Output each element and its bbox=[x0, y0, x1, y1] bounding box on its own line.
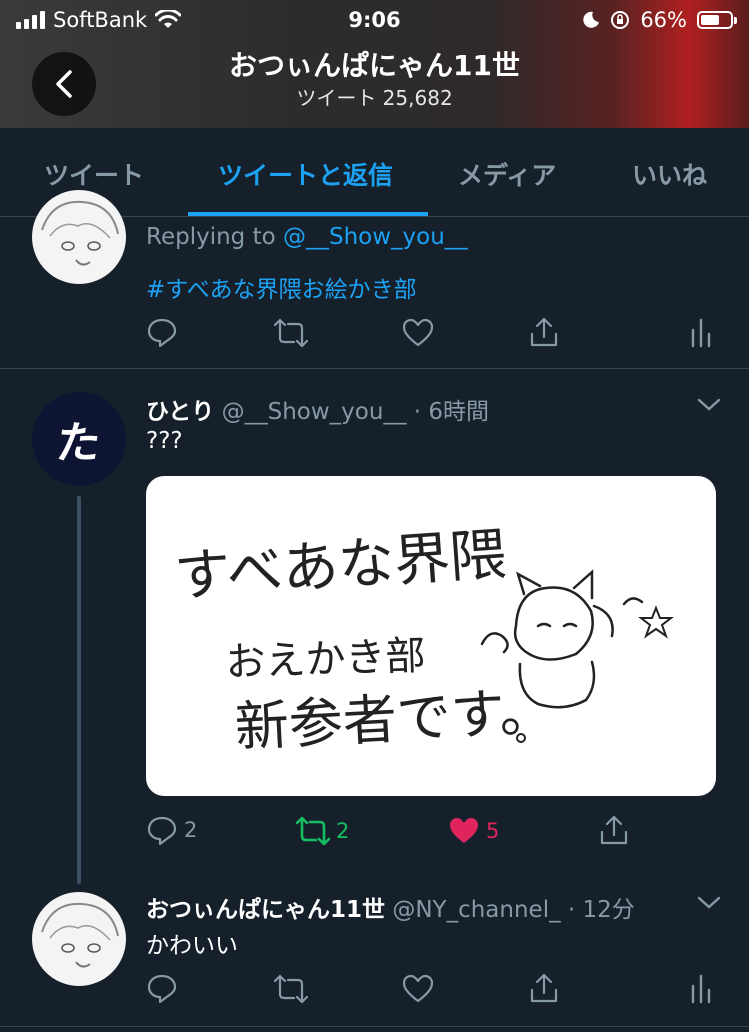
sketch-avatar-image bbox=[41, 902, 119, 968]
tab-tweets-replies[interactable]: ツイートと返信 bbox=[218, 156, 393, 192]
share-button[interactable] bbox=[528, 972, 560, 1004]
retweet-count: 2 bbox=[336, 819, 350, 843]
like-button[interactable]: 5 bbox=[448, 816, 499, 846]
share-button[interactable] bbox=[598, 814, 630, 846]
avatar[interactable] bbox=[32, 190, 126, 284]
reply-button[interactable]: 2 bbox=[146, 814, 197, 846]
tweet-header: おつぃんぱにゃん11世 @NY_channel_ · 12分 bbox=[146, 890, 635, 924]
retweet-icon bbox=[274, 318, 308, 348]
heart-outline-icon bbox=[402, 974, 434, 1003]
display-name[interactable]: おつぃんぱにゃん11世 bbox=[146, 897, 385, 923]
analytics-button[interactable] bbox=[690, 974, 712, 1004]
share-button[interactable] bbox=[528, 316, 560, 348]
retweet-button[interactable] bbox=[274, 974, 308, 1004]
drawing-line-3: 新参者です。 bbox=[233, 679, 554, 759]
tab-likes[interactable]: いいね bbox=[632, 156, 707, 192]
hand-drawn-illustration: すべあな界隈 おえかき部 新参者です。 bbox=[172, 522, 674, 759]
share-icon bbox=[600, 815, 628, 845]
handle-and-time: @__Show_you__ · 6時間 bbox=[221, 399, 490, 425]
rotation-lock-icon bbox=[611, 11, 630, 29]
share-icon bbox=[530, 973, 558, 1003]
tab-media[interactable]: メディア bbox=[458, 156, 556, 192]
handle-and-time: @NY_channel_ · 12分 bbox=[392, 897, 635, 923]
profile-name: おつぃんぱにゃん11世 bbox=[229, 49, 520, 82]
heart-outline-icon bbox=[402, 318, 434, 347]
reply-count: 2 bbox=[184, 818, 198, 842]
analytics-icon bbox=[691, 974, 711, 1004]
retweet-button[interactable] bbox=[274, 318, 308, 348]
sketch-avatar-image bbox=[41, 200, 119, 266]
drawing-line-1: すべあな界隈 bbox=[172, 522, 508, 610]
drawing-line-2: おえかき部 bbox=[225, 633, 426, 686]
profile-header: SoftBank 9:06 66% おつぃんぱにゃん11世 ツイート 25,68… bbox=[0, 0, 749, 128]
analytics-icon bbox=[691, 318, 711, 348]
avatar[interactable] bbox=[32, 892, 126, 986]
chevron-down-icon[interactable] bbox=[696, 894, 722, 912]
battery-icon bbox=[697, 11, 737, 29]
reply-button[interactable] bbox=[146, 972, 178, 1004]
hashtag-link[interactable]: #すべあな界隈お絵かき部 bbox=[146, 270, 417, 304]
retweet-button[interactable]: 2 bbox=[296, 816, 349, 846]
chevron-down-icon[interactable] bbox=[696, 396, 722, 414]
display-name[interactable]: ひとり bbox=[146, 399, 214, 425]
reply-icon bbox=[147, 974, 177, 1004]
star-doodle bbox=[638, 605, 674, 639]
avatar-character: た bbox=[52, 418, 104, 469]
tweet-divider bbox=[0, 1026, 749, 1027]
tweet-text: ??? bbox=[146, 428, 183, 454]
tab-tweets[interactable]: ツイート bbox=[44, 156, 144, 192]
thread-connector bbox=[77, 496, 81, 884]
replying-handle-link[interactable]: @__Show_you__ bbox=[283, 224, 468, 250]
battery-percent: 66% bbox=[640, 8, 687, 32]
avatar[interactable]: た bbox=[32, 392, 126, 486]
like-button[interactable] bbox=[402, 974, 434, 1004]
reply-icon bbox=[147, 318, 177, 348]
like-button[interactable] bbox=[402, 318, 434, 348]
reply-icon bbox=[147, 816, 177, 846]
status-bar: SoftBank 9:06 66% bbox=[0, 8, 749, 36]
tweet-count: ツイート 25,682 bbox=[296, 86, 453, 110]
heart-filled-icon bbox=[450, 818, 478, 843]
retweet-icon bbox=[274, 974, 308, 1004]
replying-to: Replying to @__Show_you__ bbox=[146, 224, 468, 250]
share-icon bbox=[530, 317, 558, 347]
active-tab-indicator bbox=[188, 212, 428, 216]
tweet-text: かわいい bbox=[146, 933, 238, 959]
tweet-divider bbox=[0, 368, 749, 369]
reply-button[interactable] bbox=[146, 316, 178, 348]
moon-icon bbox=[583, 11, 600, 28]
analytics-button[interactable] bbox=[690, 318, 712, 348]
like-count: 5 bbox=[486, 819, 500, 843]
tweet-header: ひとり @__Show_you__ · 6時間 bbox=[146, 392, 489, 426]
tweet-image[interactable]: すべあな界隈 おえかき部 新参者です。 bbox=[146, 476, 716, 796]
retweet-icon bbox=[296, 816, 330, 846]
